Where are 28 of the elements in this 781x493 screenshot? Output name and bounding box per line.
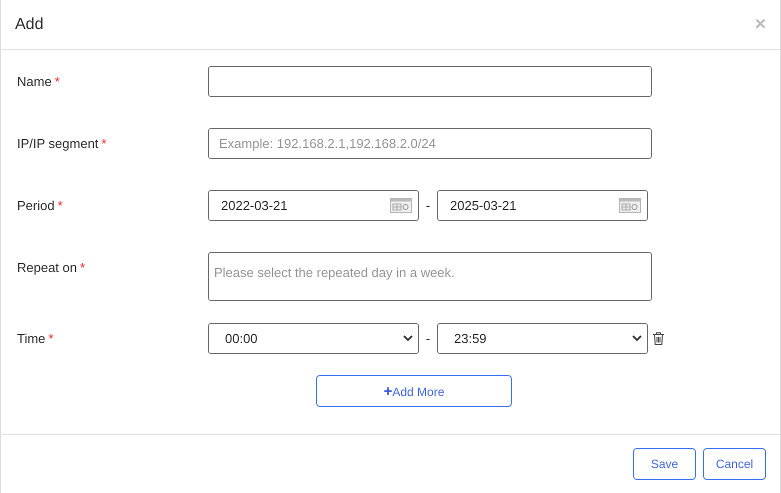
text-field[interactable]	[208, 66, 652, 97]
field-label: Repeat on	[17, 260, 77, 275]
calendar-icon[interactable]	[619, 198, 641, 213]
range-separator: -	[424, 331, 432, 346]
calendar-icon[interactable]	[390, 198, 412, 213]
add-more-button[interactable]: +Add More	[316, 375, 512, 407]
date-field[interactable]: 2025-03-21	[437, 190, 648, 221]
time-select[interactable]: 00:00	[208, 323, 419, 354]
time-select[interactable]: 23:59	[437, 323, 648, 354]
required-mark: *	[48, 331, 54, 346]
caret-icon	[632, 335, 642, 342]
date-field[interactable]: 2022-03-21	[208, 190, 419, 221]
cancel-button[interactable]: Cancel	[703, 448, 766, 480]
required-mark: *	[54, 74, 60, 89]
range-separator: -	[424, 198, 432, 213]
text-area[interactable]: Please select the repeated day in a week.	[208, 252, 652, 301]
save-button[interactable]: Save	[633, 448, 696, 480]
field-label: Period	[17, 198, 55, 213]
field-label: Name	[17, 74, 52, 89]
trash-icon[interactable]	[653, 332, 664, 345]
required-mark: *	[80, 260, 86, 275]
required-mark: *	[101, 136, 106, 151]
field-label: IP/IP segment	[17, 136, 98, 151]
required-mark: *	[58, 198, 63, 213]
dialog-title: Add	[15, 16, 44, 34]
caret-icon	[403, 335, 413, 342]
field-label: Time	[17, 331, 46, 346]
text-field[interactable]: Example: 192.168.2.1,192.168.2.0/24	[208, 128, 652, 159]
